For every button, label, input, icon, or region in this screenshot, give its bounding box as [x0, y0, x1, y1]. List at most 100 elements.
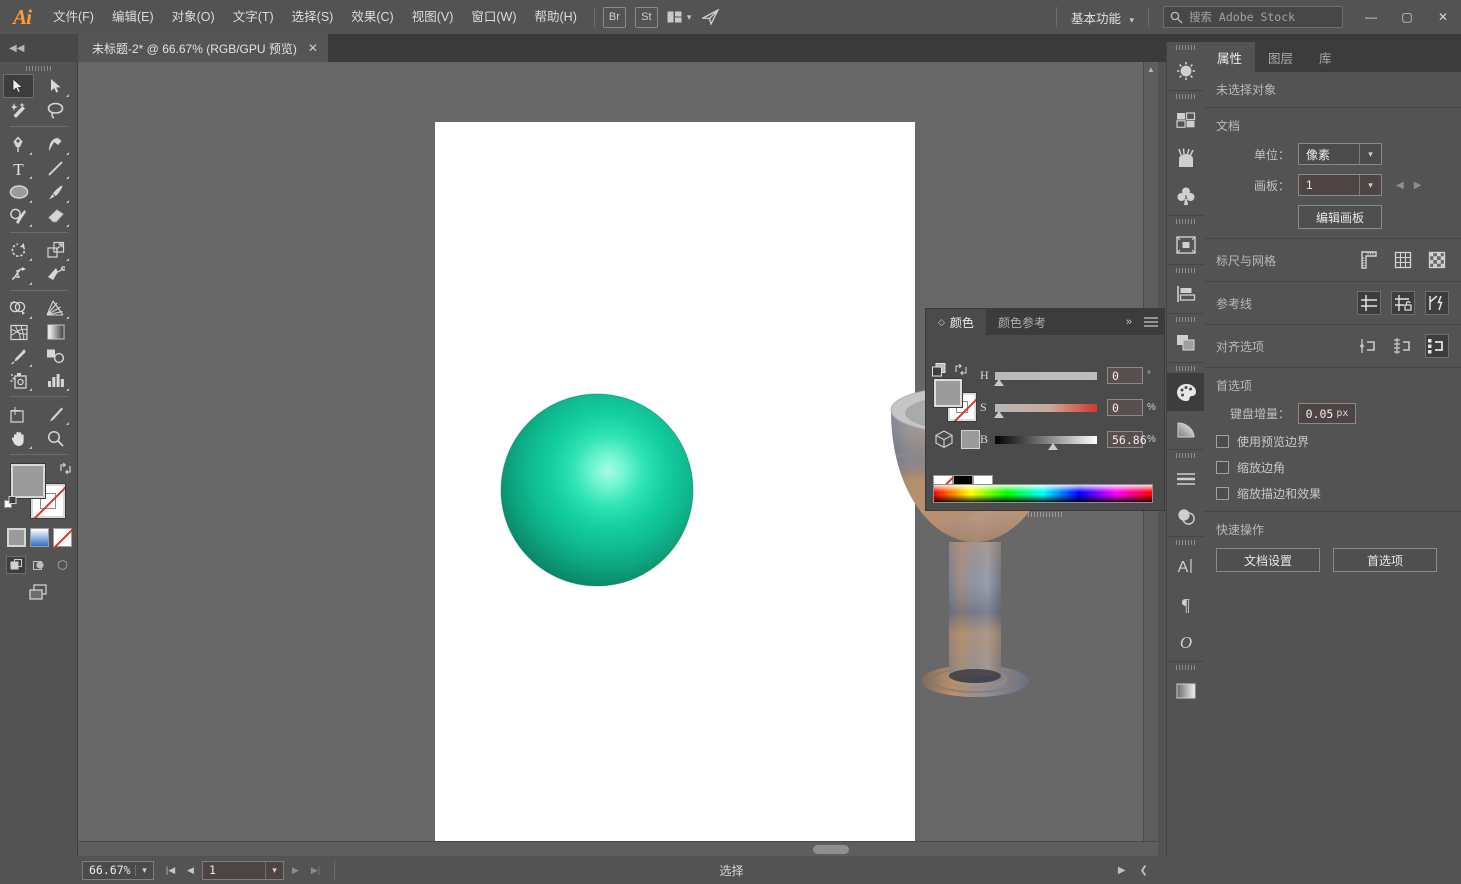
minimize-button[interactable]: —: [1353, 0, 1389, 34]
tab-color-guide[interactable]: 颜色参考: [986, 309, 1058, 335]
rail-grip[interactable]: [1167, 42, 1204, 52]
rail-grip[interactable]: [1167, 363, 1204, 373]
show-guides-icon[interactable]: [1357, 291, 1381, 315]
rail-grip[interactable]: [1167, 216, 1204, 226]
close-icon[interactable]: ✕: [308, 41, 318, 55]
scale-strokes-effects-checkbox[interactable]: 缩放描边和效果: [1216, 485, 1449, 502]
artboards-icon[interactable]: [1167, 226, 1205, 264]
collapse-toolbar-button[interactable]: ◀◀: [0, 34, 78, 62]
panel-menu-icon[interactable]: [1138, 309, 1164, 335]
symbol-sprayer-tool[interactable]: [3, 368, 34, 392]
type-tool[interactable]: T: [3, 156, 34, 180]
mesh-tool[interactable]: [3, 320, 34, 344]
draw-behind-icon[interactable]: [29, 556, 49, 574]
tab-layers[interactable]: 图层: [1255, 42, 1306, 72]
hand-tool[interactable]: [3, 426, 34, 450]
rail-grip[interactable]: [1167, 537, 1204, 547]
rail-grip[interactable]: [1167, 450, 1204, 460]
paintbrush-tool[interactable]: [40, 180, 71, 204]
units-select[interactable]: 像素 ▾: [1298, 143, 1382, 165]
gear-properties-icon[interactable]: [1167, 52, 1205, 90]
blend-tool[interactable]: [40, 344, 71, 368]
workspace-switcher[interactable]: 基本功能 ▾: [1065, 8, 1140, 27]
collapse-panel-icon[interactable]: »: [1120, 309, 1138, 335]
menu-help[interactable]: 帮助(H): [526, 0, 586, 34]
eyedropper-tool[interactable]: [3, 344, 34, 368]
stock-search-input[interactable]: 搜索 Adobe Stock: [1163, 6, 1343, 28]
hscroll-thumb[interactable]: [813, 845, 849, 854]
arrange-documents-icon[interactable]: ▾: [667, 11, 691, 23]
fill-swatch[interactable]: [10, 463, 46, 499]
hue-value[interactable]: 0: [1107, 367, 1143, 384]
bridge-button[interactable]: Br: [602, 6, 626, 28]
saturation-value[interactable]: 0: [1107, 399, 1143, 416]
tab-libraries[interactable]: 库: [1306, 42, 1345, 72]
gradient-panel-icon[interactable]: [1167, 672, 1205, 710]
line-segment-tool[interactable]: [40, 156, 71, 180]
document-setup-button[interactable]: 文档设置: [1216, 548, 1320, 572]
smart-guides-icon[interactable]: [1425, 291, 1449, 315]
preferences-button[interactable]: 首选项: [1333, 548, 1437, 572]
swap-fill-stroke-icon[interactable]: [954, 363, 968, 379]
use-preview-bounds-checkbox[interactable]: 使用预览边界: [1216, 433, 1449, 450]
artboard-select[interactable]: 1 ▾: [1298, 174, 1382, 196]
slice-tool[interactable]: [40, 402, 71, 426]
rail-grip[interactable]: [1167, 265, 1204, 275]
menu-object[interactable]: 对象(O): [163, 0, 224, 34]
menu-select[interactable]: 选择(S): [283, 0, 343, 34]
rail-grip[interactable]: [1167, 314, 1204, 324]
rail-grip[interactable]: [1167, 662, 1204, 672]
zoom-tool[interactable]: [40, 426, 71, 450]
swap-fill-stroke-icon[interactable]: [59, 462, 72, 478]
artboard[interactable]: [435, 122, 1060, 844]
direct-selection-tool[interactable]: [40, 74, 71, 98]
brightness-slider[interactable]: [995, 435, 1097, 450]
artboard-number-input[interactable]: 1 ▾: [202, 860, 284, 880]
menu-type[interactable]: 文字(T): [224, 0, 283, 34]
brightness-value[interactable]: 56.86: [1107, 431, 1147, 448]
lasso-tool[interactable]: [40, 98, 71, 122]
perspective-grid-tool[interactable]: [40, 296, 71, 320]
pathfinder-icon[interactable]: [1167, 324, 1205, 362]
next-artboard-icon[interactable]: ▶: [287, 861, 304, 880]
last-artboard-icon[interactable]: ▶|: [307, 861, 324, 880]
transparency-icon[interactable]: [1167, 498, 1205, 536]
symbols-icon[interactable]: [1167, 177, 1205, 215]
gradient-tool[interactable]: [40, 320, 71, 344]
stock-button[interactable]: St: [634, 6, 658, 28]
saturation-slider[interactable]: [994, 403, 1097, 418]
current-color-preview[interactable]: [961, 429, 980, 449]
brushes-icon[interactable]: [1167, 139, 1205, 177]
pen-tool[interactable]: [3, 132, 34, 156]
default-fill-stroke-icon[interactable]: [4, 496, 18, 515]
gradient-swatch-button[interactable]: [29, 528, 49, 547]
keyboard-increment-input[interactable]: 0.05 px: [1298, 403, 1356, 424]
scale-corners-checkbox[interactable]: 缩放边角: [1216, 459, 1449, 476]
rotate-tool[interactable]: [3, 238, 34, 262]
scroll-up-icon[interactable]: ▲: [1144, 62, 1158, 77]
color-panel-icon[interactable]: [1167, 373, 1205, 411]
zoom-level-control[interactable]: 66.67% ▾: [82, 860, 154, 880]
none-swatch-button[interactable]: [52, 528, 72, 547]
menu-effect[interactable]: 效果(C): [342, 0, 402, 34]
green-sphere[interactable]: [497, 390, 697, 590]
scale-tool[interactable]: [40, 238, 71, 262]
eraser-tool[interactable]: [40, 204, 71, 228]
artboard-tool[interactable]: [3, 402, 34, 426]
menu-edit[interactable]: 编辑(E): [103, 0, 163, 34]
selection-tool[interactable]: [3, 74, 34, 98]
show-grid-icon[interactable]: [1391, 248, 1415, 272]
change-screen-mode-icon[interactable]: [27, 584, 51, 606]
tab-properties[interactable]: 属性: [1204, 42, 1256, 72]
menu-view[interactable]: 视图(V): [403, 0, 463, 34]
align-icon[interactable]: [1167, 275, 1205, 313]
rail-grip[interactable]: [1167, 91, 1204, 101]
align-to-pixel-grid-icon[interactable]: [1357, 334, 1381, 358]
lock-guides-icon[interactable]: [1391, 291, 1415, 315]
color-swatch-button[interactable]: [6, 528, 26, 547]
document-tab[interactable]: 未标题-2* @ 66.67% (RGB/GPU 预览) ✕: [78, 34, 328, 62]
menu-file[interactable]: 文件(F): [44, 0, 103, 34]
next-artboard-icon[interactable]: ▶: [1414, 180, 1422, 191]
paragraph-icon[interactable]: ¶: [1167, 585, 1205, 623]
show-transparency-grid-icon[interactable]: [1425, 248, 1449, 272]
